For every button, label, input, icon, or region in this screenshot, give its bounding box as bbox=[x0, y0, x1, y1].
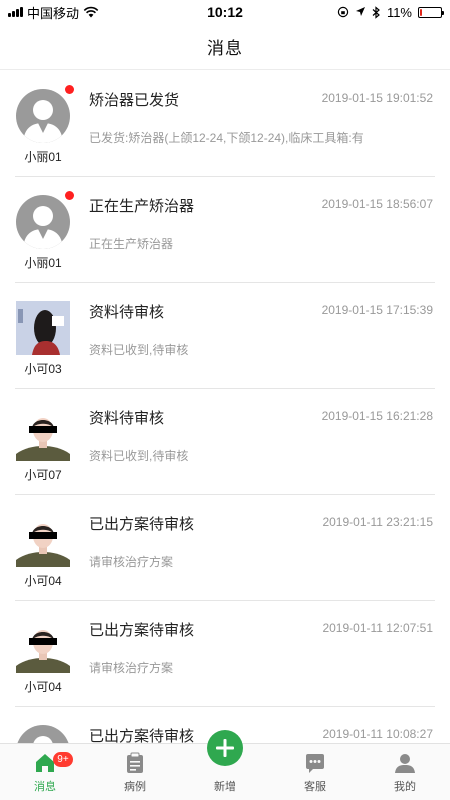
tab-label: 客服 bbox=[304, 781, 326, 793]
avatar[interactable] bbox=[16, 301, 70, 355]
avatar[interactable] bbox=[16, 85, 74, 143]
user-icon bbox=[394, 752, 416, 774]
message-title: 资料待审核 bbox=[89, 304, 165, 321]
add-button[interactable] bbox=[207, 730, 243, 766]
message-time: 2019-01-11 23:21:15 bbox=[322, 515, 433, 529]
message-preview: 正在生产矫治器 bbox=[89, 237, 174, 251]
avatar[interactable] bbox=[16, 725, 70, 743]
status-left: 中国移动 bbox=[8, 3, 337, 22]
avatar-image bbox=[16, 89, 70, 143]
message-time: 2019-01-15 16:21:28 bbox=[321, 409, 433, 423]
tab-messages[interactable]: 消息 9+ bbox=[0, 744, 90, 800]
tab-service[interactable]: 客服 bbox=[270, 744, 360, 800]
patient-name: 小可07 bbox=[24, 468, 62, 482]
message-title: 已出方案待审核 bbox=[89, 728, 195, 743]
unread-dot bbox=[65, 85, 74, 94]
signal-icon bbox=[8, 7, 23, 17]
wifi-icon bbox=[83, 6, 99, 18]
patient-name: 小丽01 bbox=[24, 256, 62, 270]
message-time: 2019-01-11 12:07:51 bbox=[322, 621, 433, 635]
message-title: 矫治器已发货 bbox=[89, 92, 180, 109]
status-right: 11% bbox=[337, 4, 444, 20]
avatar-image bbox=[16, 195, 70, 249]
message-preview: 已发货:矫治器(上颌12-24,下颌12-24),临床工具箱:有 bbox=[89, 131, 364, 145]
carrier-label: 中国移动 bbox=[27, 5, 80, 21]
nav-bar: 消息 bbox=[0, 24, 450, 70]
avatar-image bbox=[16, 513, 70, 567]
orientation-lock-icon bbox=[337, 6, 349, 18]
status-bar: 中国移动 10:12 11% bbox=[0, 0, 450, 24]
tab-cases[interactable]: 病例 bbox=[90, 744, 180, 800]
message-time: 2019-01-15 17:15:39 bbox=[321, 303, 433, 317]
message-time: 2019-01-15 19:01:52 bbox=[321, 91, 433, 105]
plus-icon bbox=[216, 739, 234, 757]
home-icon bbox=[34, 752, 56, 774]
patient-name: 小可03 bbox=[24, 362, 62, 376]
bluetooth-icon bbox=[372, 5, 380, 19]
avatar[interactable] bbox=[16, 407, 70, 461]
message-time: 2019-01-11 10:08:27 bbox=[322, 727, 433, 741]
message-preview: 资料已收到,待审核 bbox=[89, 343, 189, 357]
avatar-column bbox=[15, 725, 71, 743]
battery-icon bbox=[418, 6, 444, 18]
unread-dot bbox=[65, 191, 74, 200]
tab-label: 消息 bbox=[34, 781, 56, 793]
message-time: 2019-01-15 18:56:07 bbox=[321, 197, 433, 211]
avatar[interactable] bbox=[16, 513, 70, 567]
avatar-image bbox=[16, 407, 70, 461]
message-row[interactable]: 小可03 资料待审核 2019-01-15 17:15:39 资料已收到,待审核 bbox=[15, 283, 435, 389]
avatar-column: 小可07 bbox=[15, 407, 71, 483]
tab-add[interactable]: 新增 bbox=[180, 730, 270, 800]
message-row[interactable]: 小丽01 矫治器已发货 2019-01-15 19:01:52 已发货:矫治器(上颌1… bbox=[15, 71, 435, 177]
tab-label: 我的 bbox=[394, 781, 416, 793]
message-title: 已出方案待审核 bbox=[89, 516, 195, 533]
battery-percent: 11% bbox=[386, 4, 412, 20]
avatar-column: 小可04 bbox=[15, 619, 71, 695]
unread-count-badge: 9+ bbox=[53, 752, 73, 767]
avatar-column: 小可03 bbox=[15, 301, 71, 377]
message-preview: 请审核治疗方案 bbox=[89, 555, 174, 569]
tab-label: 病例 bbox=[124, 781, 146, 793]
tab-bar: 消息 9+ 病例 新增 客服 我的 bbox=[0, 730, 450, 800]
avatar-image bbox=[17, 725, 69, 743]
tab-mine[interactable]: 我的 bbox=[360, 744, 450, 800]
avatar-column: 小丽01 bbox=[15, 191, 74, 271]
avatar-column: 小可04 bbox=[15, 513, 71, 589]
avatar[interactable] bbox=[16, 191, 74, 249]
message-preview: 资料已收到,待审核 bbox=[89, 449, 189, 463]
message-list[interactable]: 小丽01 矫治器已发货 2019-01-15 19:01:52 已发货:矫治器(上颌1… bbox=[0, 71, 450, 743]
avatar-column: 小丽01 bbox=[15, 85, 74, 165]
chat-icon bbox=[304, 752, 326, 774]
avatar-image bbox=[16, 301, 70, 355]
battery-fill bbox=[420, 8, 422, 16]
patient-name: 小可04 bbox=[24, 680, 62, 694]
page-title: 消息 bbox=[207, 39, 243, 58]
avatar[interactable] bbox=[16, 619, 70, 673]
patient-name: 小可04 bbox=[24, 574, 62, 588]
message-title: 已出方案待审核 bbox=[89, 622, 195, 639]
message-title: 资料待审核 bbox=[89, 410, 165, 427]
message-row[interactable]: 小可04 已出方案待审核 2019-01-11 12:07:51 请审核治疗方案 bbox=[15, 601, 435, 707]
tab-label: 新增 bbox=[214, 781, 236, 793]
location-icon bbox=[355, 7, 365, 16]
message-preview: 请审核治疗方案 bbox=[89, 661, 174, 675]
message-row[interactable]: 小丽01 正在生产矫治器 2019-01-15 18:56:07 正在生产矫治器 bbox=[15, 177, 435, 283]
message-title: 正在生产矫治器 bbox=[89, 198, 195, 215]
patient-name: 小丽01 bbox=[24, 150, 62, 164]
message-row[interactable]: 小可04 已出方案待审核 2019-01-11 23:21:15 请审核治疗方案 bbox=[15, 495, 435, 601]
avatar-image bbox=[16, 619, 70, 673]
message-row[interactable]: 小可07 资料待审核 2019-01-15 16:21:28 资料已收到,待审核 bbox=[15, 389, 435, 495]
clipboard-icon bbox=[124, 752, 146, 774]
